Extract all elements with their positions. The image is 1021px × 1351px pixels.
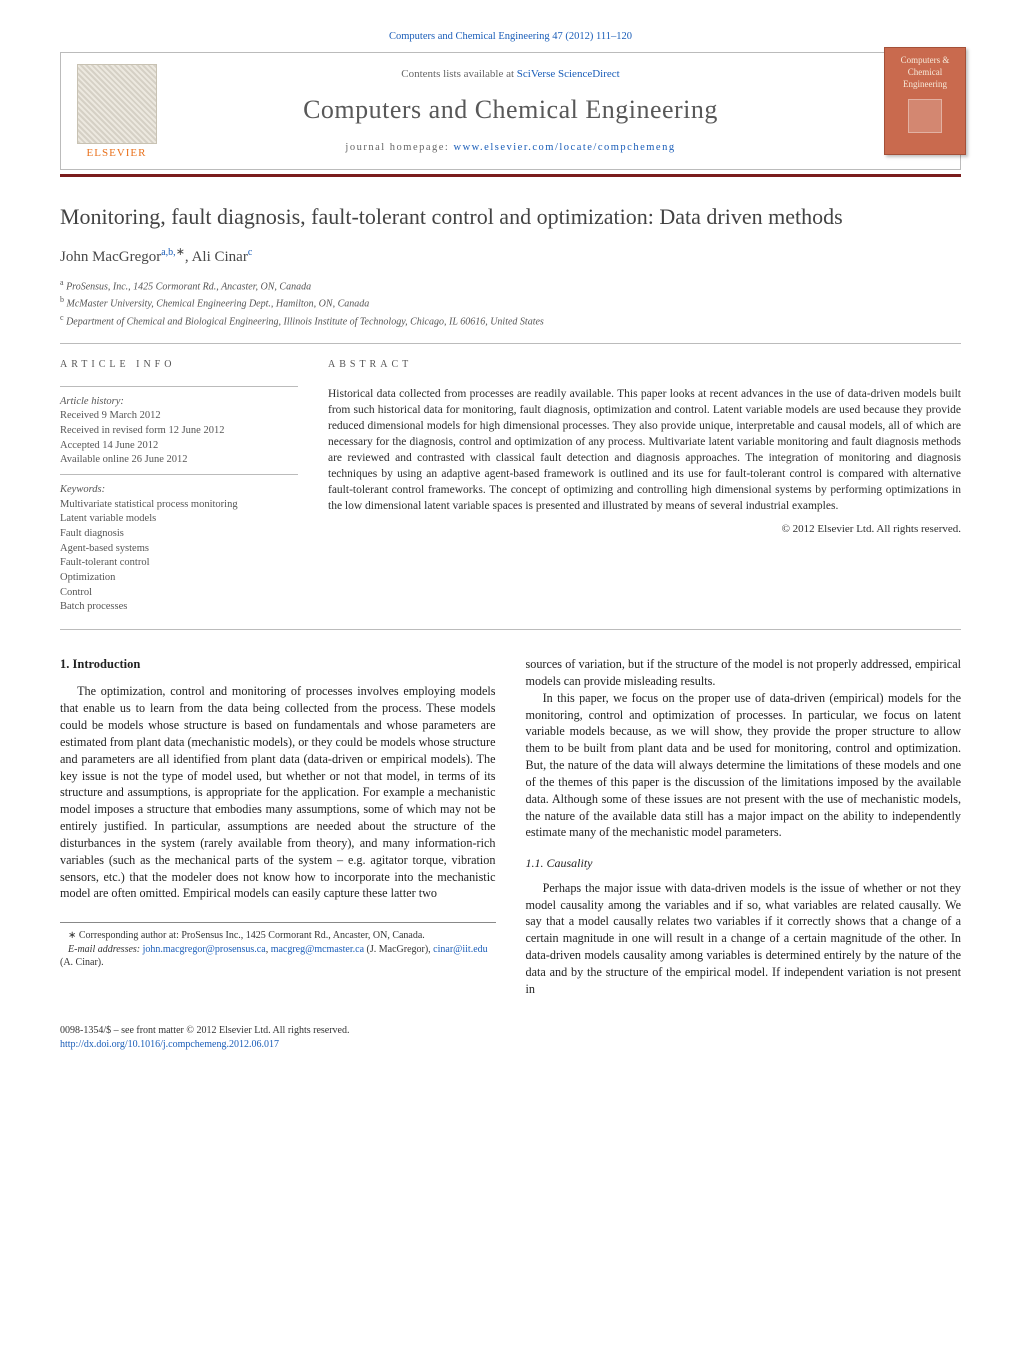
affiliation-a: ProSensus, Inc., 1425 Cormorant Rd., Anc… [66,281,311,292]
citation-link[interactable]: Computers and Chemical Engineering 47 (2… [389,31,632,42]
keyword: Optimization [60,571,298,586]
footnote-block: ∗ Corresponding author at: ProSensus Inc… [60,922,496,970]
email-link-1[interactable]: john.macgregor@prosensus.ca [143,944,266,955]
journal-cover-thumbnail: Computers & Chemical Engineering [884,47,966,155]
body-paragraph: sources of variation, but if the structu… [526,656,962,690]
article-info-heading: ARTICLE INFO [60,358,298,372]
body-paragraph: In this paper, we focus on the proper us… [526,690,962,841]
keyword: Multivariate statistical process monitor… [60,498,298,513]
publisher-logo: ELSEVIER [69,61,164,161]
author-1: John MacGregor [60,249,161,265]
abstract-divider [60,629,961,630]
affiliations: a ProSensus, Inc., 1425 Cormorant Rd., A… [60,277,961,329]
keyword: Latent variable models [60,512,298,527]
copyright-line: © 2012 Elsevier Ltd. All rights reserved… [328,522,961,537]
elsevier-tree-icon [77,64,157,144]
keywords-label: Keywords: [60,483,298,498]
sciencedirect-link[interactable]: SciVerse ScienceDirect [517,68,620,80]
article-title: Monitoring, fault diagnosis, fault-toler… [60,203,961,231]
author-2: Ali Cinar [192,249,248,265]
header-divider [60,174,961,177]
issn-line: 0098-1354/$ – see front matter © 2012 El… [60,1024,961,1038]
affiliation-c: Department of Chemical and Biological En… [66,316,544,327]
author-1-affil-sup: a,b, [161,247,175,258]
keyword: Fault-tolerant control [60,556,298,571]
publisher-name: ELSEVIER [87,146,147,161]
journal-homepage-line: journal homepage: www.elsevier.com/locat… [181,141,840,155]
abstract-heading: ABSTRACT [328,358,961,372]
corresponding-star-icon: ∗ [176,246,185,258]
affiliation-b: McMaster University, Chemical Engineerin… [67,299,370,310]
email-label: E-mail addresses: [68,944,140,955]
abstract-text: Historical data collected from processes… [328,386,961,515]
section-1-1-heading: 1.1. Causality [526,855,962,872]
keyword: Agent-based systems [60,542,298,557]
keyword: Control [60,586,298,601]
body-paragraph: Perhaps the major issue with data-driven… [526,880,962,998]
cover-art-icon [908,99,942,133]
article-info-panel: ARTICLE INFO Article history: Received 9… [60,358,298,615]
body-paragraph: The optimization, control and monitoring… [60,683,496,902]
journal-homepage-link[interactable]: www.elsevier.com/locate/compchemeng [453,142,675,153]
keyword: Batch processes [60,600,298,615]
history-received: Received 9 March 2012 [60,409,298,424]
author-2-affil-sup: c [248,247,252,258]
email-link-3[interactable]: cinar@iit.edu [433,944,487,955]
journal-header: ELSEVIER Computers & Chemical Engineerin… [60,52,961,170]
history-revised: Received in revised form 12 June 2012 [60,424,298,439]
email-link-2[interactable]: macgreg@mcmaster.ca [271,944,364,955]
authors-line: John MacGregora,b,∗, Ali Cinarc [60,245,961,267]
contents-available-line: Contents lists available at SciVerse Sci… [181,67,840,82]
article-body: 1. Introduction The optimization, contro… [60,656,961,997]
section-1-heading: 1. Introduction [60,656,496,673]
footer-meta: 0098-1354/$ – see front matter © 2012 El… [60,1024,961,1052]
journal-name: Computers and Chemical Engineering [181,92,840,127]
abstract-panel: ABSTRACT Historical data collected from … [328,358,961,615]
keyword: Fault diagnosis [60,527,298,542]
article-history-label: Article history: [60,395,298,410]
history-online: Available online 26 June 2012 [60,453,298,468]
cover-title: Computers & Chemical Engineering [889,54,961,90]
corresponding-author-note: ∗ Corresponding author at: ProSensus Inc… [60,929,496,943]
doi-link[interactable]: http://dx.doi.org/10.1016/j.compchemeng.… [60,1039,279,1050]
history-accepted: Accepted 14 June 2012 [60,439,298,454]
citation-line: Computers and Chemical Engineering 47 (2… [60,30,961,44]
